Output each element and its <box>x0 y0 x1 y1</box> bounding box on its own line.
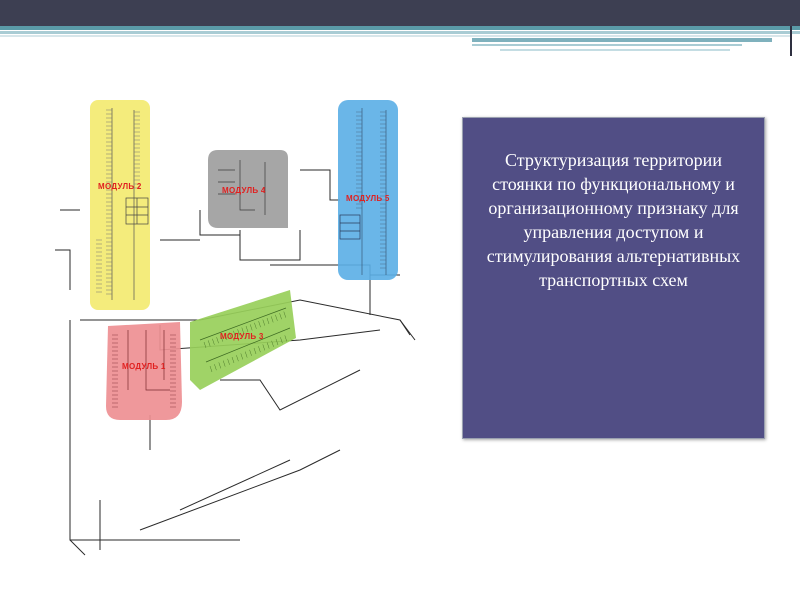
module-4-label: МОДУЛЬ 4 <box>222 186 266 195</box>
module-2-label: МОДУЛЬ 2 <box>98 182 142 191</box>
description-box: Структуризация территории стоянки по фун… <box>462 117 765 439</box>
module-5-zone <box>338 100 398 280</box>
parking-plan: МОДУЛЬ 2 МОДУЛЬ 4 МОДУЛЬ 5 МОДУЛЬ 3 МОДУ… <box>40 90 460 560</box>
parking-plan-drawing <box>55 100 416 556</box>
module-1-label: МОДУЛЬ 1 <box>122 362 166 371</box>
description-text: Структуризация территории стоянки по фун… <box>486 150 741 290</box>
header-bar <box>0 0 800 26</box>
module-3-label: МОДУЛЬ 3 <box>220 332 264 341</box>
slide: МОДУЛЬ 2 МОДУЛЬ 4 МОДУЛЬ 5 МОДУЛЬ 3 МОДУ… <box>0 0 800 600</box>
module-2-zone <box>90 100 150 310</box>
header-stripes <box>0 26 800 56</box>
module-5-label: МОДУЛЬ 5 <box>346 194 390 203</box>
